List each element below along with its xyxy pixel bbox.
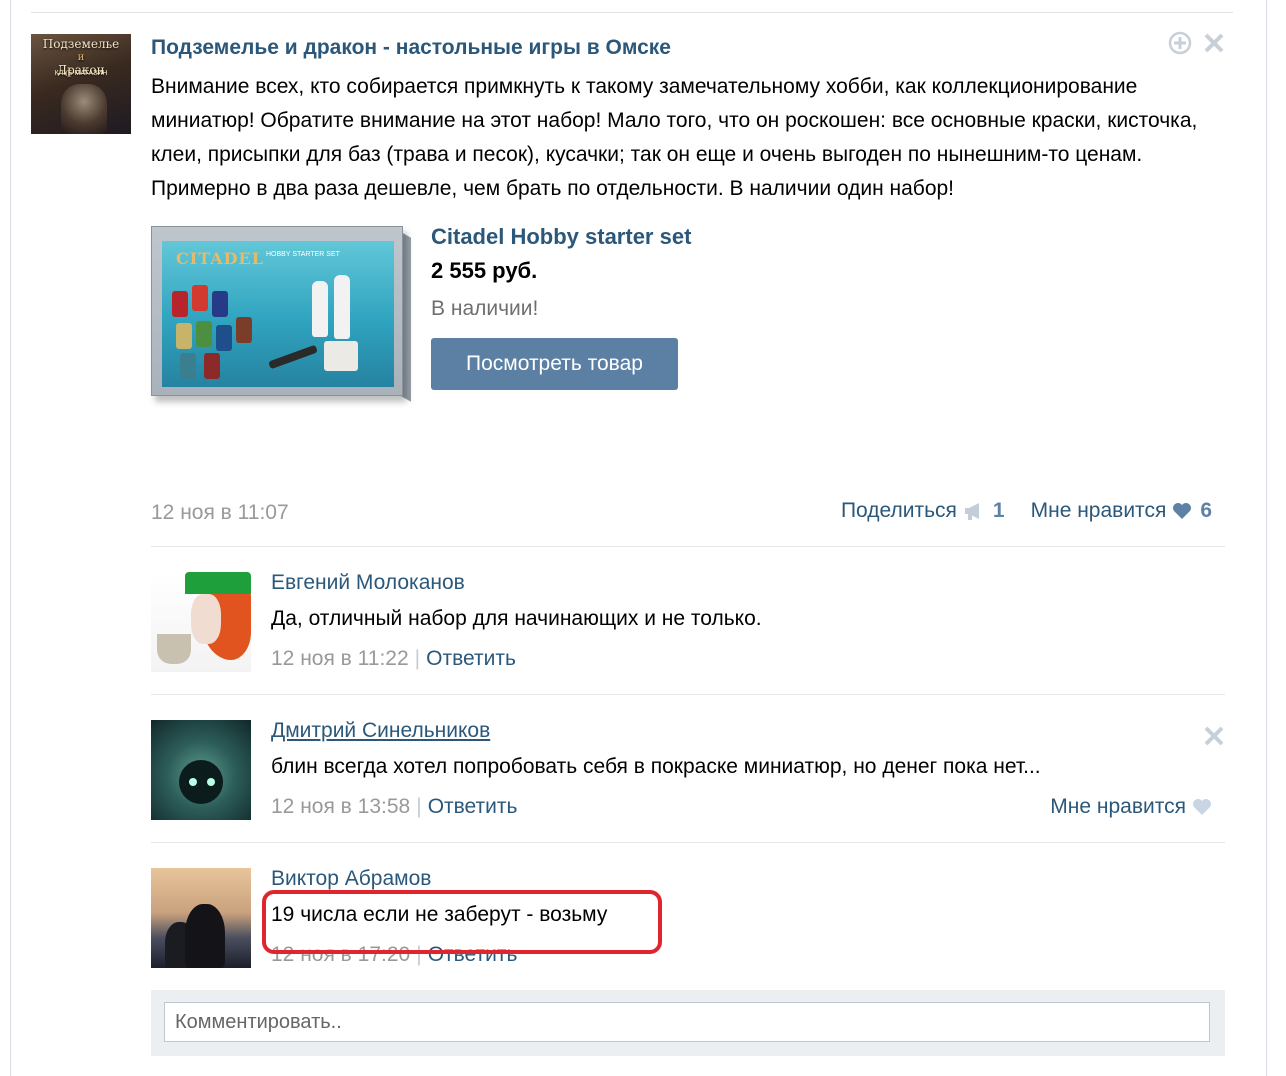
- group-avatar[interactable]: Подземелье и Дракон КЛУБ-МАГАЗИН: [31, 34, 131, 134]
- comment-meta: 12 ноя в 13:58 | Ответить: [271, 795, 517, 819]
- comment-text: Да, отличный набор для начинающих и не т…: [271, 607, 762, 630]
- post-actions: Поделиться 1 Мне нравится 6: [841, 499, 1212, 523]
- comment-author-link[interactable]: Дмитрий Синельников: [271, 719, 490, 743]
- comments-divider: [151, 546, 1225, 547]
- top-divider: [31, 12, 1233, 13]
- reply-link[interactable]: Ответить: [428, 943, 518, 966]
- share-button[interactable]: Поделиться 1: [841, 499, 1005, 523]
- comment-input[interactable]: [164, 1002, 1210, 1042]
- megaphone-icon: [964, 503, 979, 520]
- post-controls: [1168, 31, 1226, 55]
- comment-date[interactable]: 12 ноя в 17:20: [271, 943, 410, 966]
- page-frame-left: [10, 0, 11, 1076]
- like-button[interactable]: Мне нравится 6: [1031, 499, 1212, 523]
- comment-text: 19 числа если не заберут - возьму: [271, 903, 608, 926]
- comment-text: блин всегда хотел попробовать себя в пок…: [271, 755, 1041, 778]
- post-text: Внимание всех, кто собирается примкнуть …: [151, 75, 1198, 200]
- product-name-link[interactable]: Citadel Hobby starter set: [431, 224, 691, 250]
- clippers: [268, 344, 318, 370]
- share-label: Поделиться: [840, 499, 957, 522]
- box-caption: HOBBY STARTER SET: [266, 251, 340, 258]
- comment-like-button[interactable]: Мне нравится: [1050, 795, 1212, 819]
- comment-meta: 12 ноя в 17:20 | Ответить: [271, 943, 517, 967]
- view-product-button[interactable]: Посмотреть товар: [431, 338, 678, 390]
- paint-pot: [180, 353, 196, 379]
- paint-pot: [236, 317, 252, 343]
- product-price: 2 555 руб.: [431, 258, 538, 283]
- close-icon[interactable]: [1202, 724, 1226, 748]
- comment-meta: 12 ноя в 11:22 | Ответить: [271, 647, 516, 671]
- citadel-logo: CITADEL: [176, 249, 264, 268]
- glue-bottle: [312, 281, 328, 337]
- report-icon[interactable]: [1168, 31, 1192, 55]
- comment-form: [151, 990, 1225, 1056]
- share-count: 1: [992, 499, 1005, 522]
- avatar-figure: [61, 84, 107, 134]
- product-availability: В наличии!: [431, 297, 539, 320]
- comment-divider: [151, 842, 1225, 843]
- close-icon[interactable]: [1202, 31, 1226, 55]
- meta-separator: |: [416, 795, 422, 818]
- box-front: CITADEL HOBBY STARTER SET: [151, 226, 403, 396]
- reply-link[interactable]: Ответить: [426, 647, 516, 670]
- glue-bottle: [334, 275, 350, 339]
- comment-author-link[interactable]: Евгений Молоканов: [271, 571, 465, 595]
- base-texture-pot: [324, 341, 358, 371]
- heart-icon: [1193, 799, 1211, 815]
- logo-subtitle: КЛУБ-МАГАЗИН: [54, 70, 108, 77]
- meta-separator: |: [414, 647, 421, 670]
- paint-pot: [212, 291, 228, 317]
- avatar[interactable]: [151, 868, 251, 968]
- avatar-eye: [207, 778, 215, 786]
- product-image[interactable]: CITADEL HOBBY STARTER SET: [151, 226, 411, 418]
- avatar[interactable]: [151, 720, 251, 820]
- page-frame-right: [1266, 0, 1267, 1076]
- comment-divider: [151, 694, 1225, 695]
- avatar-eye: [189, 778, 197, 786]
- reply-link[interactable]: Ответить: [428, 795, 518, 818]
- avatar-cup: [157, 634, 191, 664]
- logo-line-1: Подземелье: [42, 37, 120, 51]
- paint-pot: [204, 353, 220, 379]
- like-label: Мне нравится: [1030, 499, 1167, 522]
- group-name-link[interactable]: Подземелье и дракон - настольные игры в …: [151, 36, 671, 60]
- paint-pot: [176, 323, 192, 349]
- comment-date[interactable]: 12 ноя в 11:22: [271, 647, 409, 670]
- heart-icon: [1173, 503, 1192, 519]
- avatar[interactable]: [151, 572, 251, 672]
- paint-pot: [192, 285, 208, 311]
- meta-separator: |: [416, 943, 422, 966]
- comment-date[interactable]: 12 ноя в 13:58: [271, 795, 410, 818]
- post-date[interactable]: 12 ноя в 11:07: [151, 501, 289, 525]
- avatar-hat: [185, 572, 251, 594]
- paint-pot: [196, 321, 212, 347]
- box-artwork: CITADEL HOBBY STARTER SET: [162, 241, 394, 387]
- avatar-creature: [179, 760, 223, 804]
- paint-pot: [216, 325, 232, 351]
- avatar-face: [191, 594, 221, 644]
- paint-pot: [172, 291, 188, 317]
- comment-author-link[interactable]: Виктор Абрамов: [271, 867, 431, 891]
- avatar-person: [185, 904, 225, 968]
- like-count: 6: [1200, 499, 1212, 522]
- comment-like-label: Мне нравится: [1050, 795, 1186, 818]
